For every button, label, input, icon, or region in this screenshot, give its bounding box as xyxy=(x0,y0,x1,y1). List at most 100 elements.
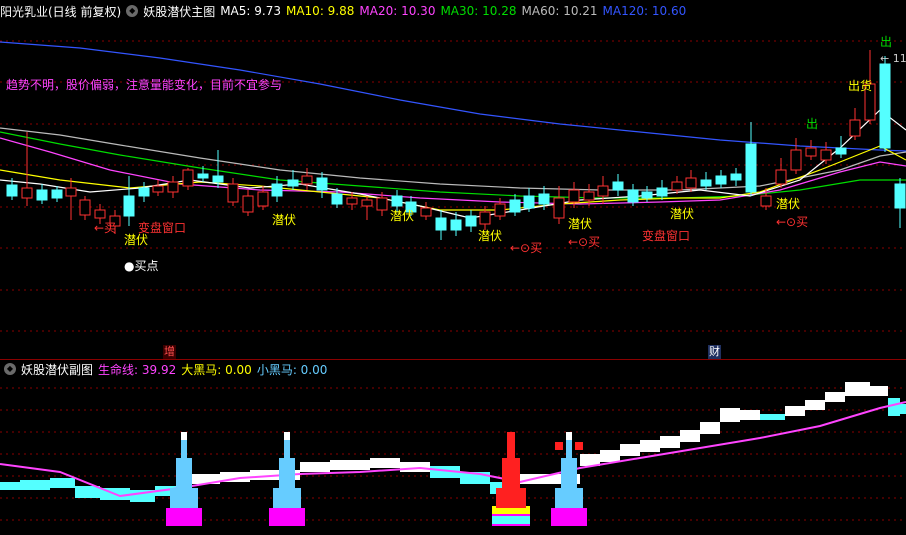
candle-body xyxy=(197,173,209,179)
candle xyxy=(465,210,477,232)
step-band-block xyxy=(330,460,370,470)
signal-annotation: ←⊙买 xyxy=(776,215,808,229)
signal-annotation: 潜伏 xyxy=(390,209,414,223)
tower-base xyxy=(166,508,202,526)
candle xyxy=(656,180,668,200)
candle-body xyxy=(94,209,106,219)
tower-mid xyxy=(279,458,295,488)
step-band-block xyxy=(805,400,825,410)
candle-body xyxy=(790,149,802,171)
main-indicator-name[interactable]: 妖股潜伏主图 xyxy=(143,3,215,20)
candle xyxy=(79,196,91,220)
step-band-block xyxy=(0,482,20,490)
candle xyxy=(820,142,832,164)
signal-annotation: 变盘窗口 xyxy=(138,220,186,235)
candle xyxy=(597,176,609,204)
candle-body xyxy=(479,211,491,225)
candle xyxy=(51,186,63,202)
candle-body xyxy=(700,179,712,187)
candle-body xyxy=(538,193,550,205)
event-tag-cai[interactable]: 财 xyxy=(708,345,721,359)
candle-body xyxy=(361,199,373,207)
signal-annotation: 潜伏 xyxy=(478,229,502,243)
candle-body xyxy=(6,184,18,197)
step-band-block xyxy=(300,462,330,472)
candle-body xyxy=(553,197,565,219)
tower-mid xyxy=(502,458,520,488)
step-band-block xyxy=(640,440,660,452)
ma-line-MA5 xyxy=(0,41,906,152)
step-band-block xyxy=(600,450,620,462)
candle-body xyxy=(509,199,521,213)
step-band-block xyxy=(888,398,900,416)
candle xyxy=(287,170,299,190)
signal-annotation: 潜伏 xyxy=(670,207,694,221)
candle xyxy=(123,176,135,226)
step-band-block xyxy=(870,386,888,396)
candle-body xyxy=(152,185,164,193)
signal-annotation: 潜伏 xyxy=(272,213,296,227)
step-band-block xyxy=(50,478,75,488)
settings-chip-icon[interactable]: ◆ xyxy=(4,363,16,375)
signal-annotation: ←⊙买 xyxy=(568,235,600,249)
candle-body xyxy=(730,173,742,181)
event-tag-zeng[interactable]: 增 xyxy=(163,345,176,359)
candle-body xyxy=(391,195,403,207)
candle xyxy=(775,158,787,188)
candle-body xyxy=(450,219,462,231)
tower-block xyxy=(273,488,301,508)
candle-body xyxy=(346,197,358,205)
step-band-block xyxy=(825,392,845,402)
candle-body xyxy=(36,189,48,201)
candle-body xyxy=(597,185,609,197)
candle xyxy=(849,108,861,140)
ma-legend-item-4: MA60: 10.21 xyxy=(521,4,598,18)
step-band-block xyxy=(20,480,50,490)
candle-body xyxy=(627,189,639,203)
main-candlestick-chart[interactable]: ← 11.80趋势不明，股价偏弱，注意量能变化，目前不宜参与潜伏潜伏潜伏潜伏潜伏… xyxy=(0,20,906,360)
candle-body xyxy=(212,175,224,183)
sub-indicator-name[interactable]: 妖股潜伏副图 xyxy=(21,361,93,378)
sub-legend-item-2: 小黑马: 0.00 xyxy=(256,362,328,377)
step-band-block xyxy=(700,422,720,434)
candle xyxy=(227,178,239,206)
sub-indicator-chart[interactable] xyxy=(0,378,906,532)
tower-base xyxy=(269,508,305,526)
signal-annotation: 出 xyxy=(806,117,818,131)
candle-body xyxy=(820,149,832,161)
candle-body xyxy=(805,147,817,157)
tower-block xyxy=(170,488,198,508)
step-band-block xyxy=(400,462,430,472)
step-band-block xyxy=(370,458,400,468)
stock-title: 阳光乳业(日线 前复权) xyxy=(0,4,122,19)
main-chart-panel[interactable]: ← 11.80趋势不明，股价偏弱，注意量能变化，目前不宜参与潜伏潜伏潜伏潜伏潜伏… xyxy=(0,20,906,360)
tower-spike-core xyxy=(284,440,290,458)
candle xyxy=(523,188,535,212)
ma-line-MA10 xyxy=(0,127,906,191)
candle xyxy=(671,176,683,194)
candle xyxy=(167,176,179,198)
candle-body xyxy=(775,169,787,185)
settings-chip-icon[interactable]: ◆ xyxy=(126,5,139,17)
candle-body xyxy=(612,181,624,191)
ma-legend-item-3: MA30: 10.28 xyxy=(440,4,517,18)
candle-body xyxy=(51,189,63,199)
sub-chart-panel[interactable] xyxy=(0,378,906,532)
candle-body xyxy=(849,119,861,137)
signal-annotation: 潜伏 xyxy=(124,233,148,247)
candle xyxy=(805,140,817,160)
trend-status-text: 趋势不明，股价偏弱，注意量能变化，目前不宜参与 xyxy=(6,77,282,92)
candle xyxy=(612,174,624,196)
candle xyxy=(212,150,224,188)
candle-body xyxy=(376,197,388,211)
candle xyxy=(361,196,373,220)
step-band-block xyxy=(900,404,906,414)
signal-annotation: ●买点 xyxy=(124,259,158,273)
candle xyxy=(790,138,802,174)
tower-spike-core xyxy=(181,440,187,458)
step-band-block xyxy=(720,408,740,422)
candle xyxy=(745,122,757,196)
candle xyxy=(509,194,521,216)
candle-body xyxy=(271,183,283,197)
max-price-label: ← 11.80 xyxy=(880,52,906,65)
